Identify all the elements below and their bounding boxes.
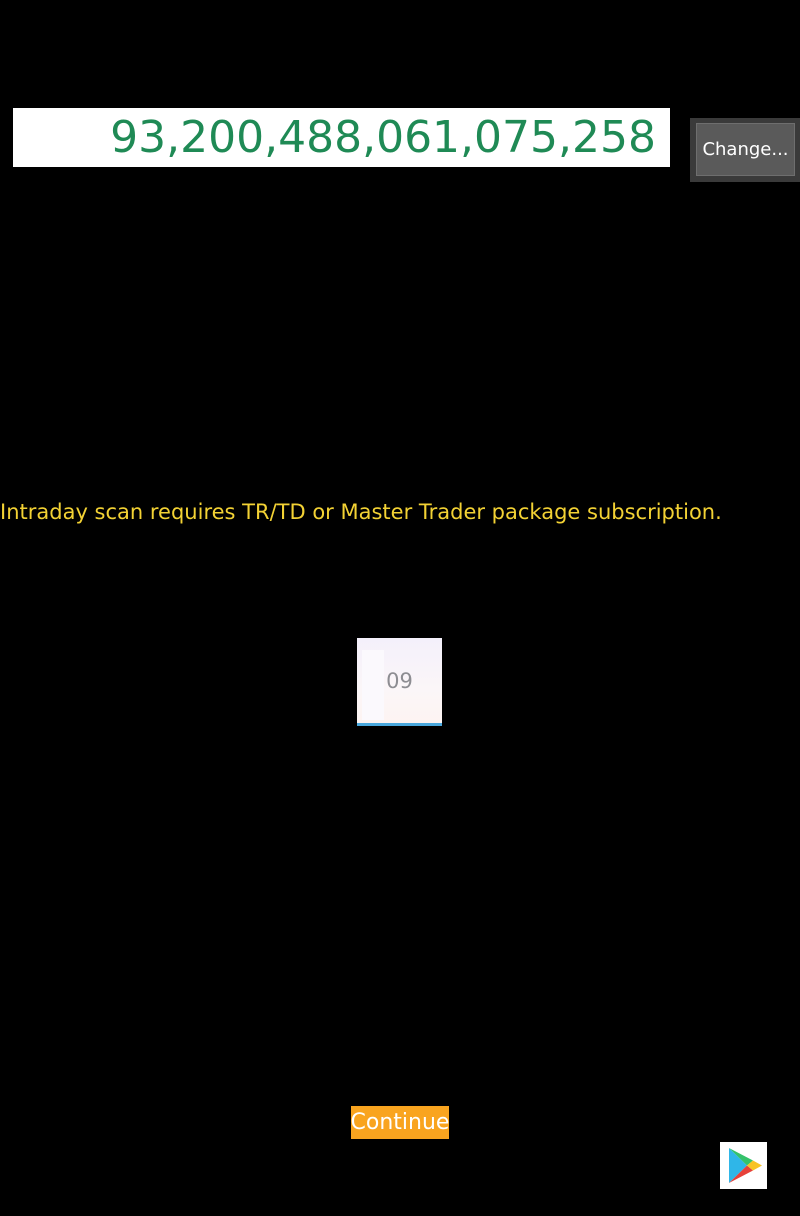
continue-button[interactable]: Continue — [351, 1106, 449, 1139]
thumbnail-label: 09 — [386, 668, 413, 693]
number-value: 93,200,488,061,075,258 — [110, 111, 656, 163]
change-button[interactable]: Change... — [696, 123, 795, 176]
play-store-icon[interactable] — [720, 1142, 767, 1189]
play-store-icon-graphic — [729, 1148, 762, 1183]
thumbnail-inner-panel — [362, 650, 384, 720]
subscription-message: Intraday scan requires TR/TD or Master T… — [0, 500, 722, 524]
number-display: 93,200,488,061,075,258 — [13, 108, 670, 167]
thumbnail-tile[interactable]: 09 — [357, 638, 442, 726]
change-button-frame: Change... — [690, 118, 800, 182]
